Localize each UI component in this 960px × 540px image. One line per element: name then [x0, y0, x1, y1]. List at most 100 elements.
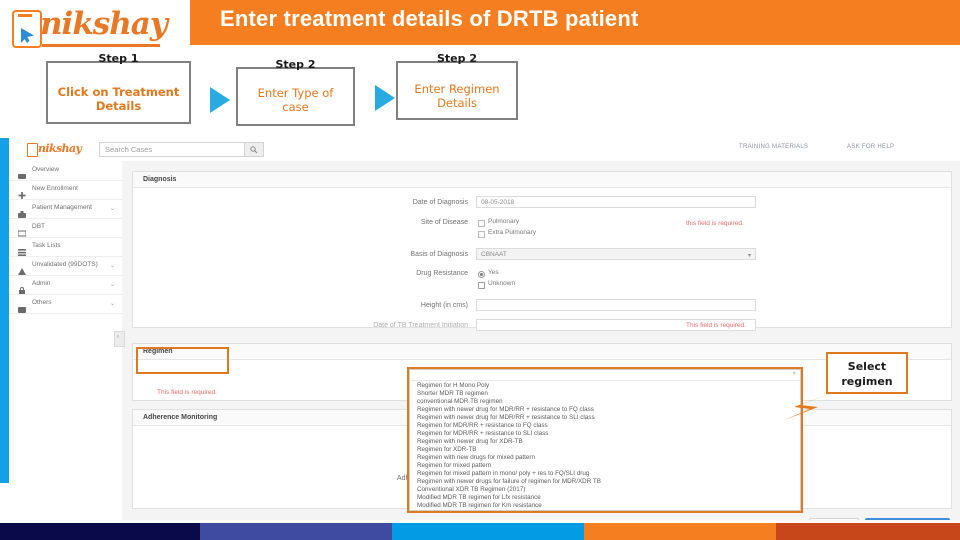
app-phone-icon [27, 143, 38, 157]
step-arrow-2 [375, 85, 395, 111]
page-title: Enter treatment details of DRTB patient [220, 6, 639, 31]
checkbox-extra-pulmonary[interactable] [478, 231, 485, 238]
label-pulmonary: Pulmonary [488, 218, 520, 225]
sidebar-label-unvalidated: Unvalidated (99DOTS) [32, 261, 98, 268]
dropdown-highlight [407, 367, 803, 513]
step-3-line1: Enter Regimen [414, 82, 500, 96]
checkbox-pulmonary[interactable] [478, 220, 485, 227]
chevron-down-icon[interactable]: ⌄ [110, 262, 115, 269]
money-icon [17, 224, 27, 237]
select-regimen-callout: Select regimen [826, 352, 908, 394]
step-2-line1: Enter Type of [257, 86, 334, 100]
training-materials-link[interactable]: TRAINING MATERIALS [739, 144, 808, 150]
label-site-of-disease: Site of Disease [420, 219, 468, 226]
step-2: Step 2 Enter Type of case [236, 56, 355, 126]
start-treatment-button[interactable]: START TREATMENT [865, 518, 950, 520]
cancel-button[interactable]: CANCEL [809, 518, 859, 520]
callout-line2: regimen [841, 375, 893, 388]
band-segment-1 [0, 523, 200, 540]
sidebar-item-patient-management[interactable]: Patient Management ⌄ [9, 199, 122, 219]
step-1-line2: Details [95, 99, 142, 113]
sidebar-label-others: Others [32, 299, 52, 306]
diagnosis-title: Diagnosis [143, 176, 177, 183]
sidebar-label-dbt: DBT [32, 223, 45, 230]
list-icon [18, 243, 26, 256]
ask-for-help-link[interactable]: ASK FOR HELP [847, 144, 894, 150]
sidebar-label-patient-management: Patient Management [32, 204, 92, 211]
radio-drug-resistance-yes[interactable] [478, 271, 485, 278]
diagnosis-card: Diagnosis Date of Diagnosis 08-05-2018 S… [132, 171, 952, 331]
sidebar-item-new-enrollment[interactable]: New Enrollment [9, 180, 122, 200]
step-arrow-1 [210, 87, 230, 113]
sidebar-collapse-handle[interactable]: ‹ [114, 331, 125, 347]
band-segment-2 [200, 523, 392, 540]
radio-drug-resistance-unknown[interactable] [478, 282, 485, 289]
step-3: Step 2 Enter Regimen Details [396, 50, 518, 120]
diagnosis-card-header [133, 172, 951, 188]
step-1-line1: Click on Treatment [57, 85, 180, 99]
slide-header-bar: Enter treatment details of DRTB patient [190, 0, 960, 45]
label-drug-resistance: Drug Resistance [416, 270, 468, 277]
label-drug-resistance-unknown: Unknown [488, 280, 516, 287]
step-2-line2: case [282, 100, 309, 114]
error-site-of-disease: this field is required. [686, 220, 744, 227]
app-topbar: nikshay Search Cases TRAINING MATERIALS … [9, 138, 960, 162]
regimen-section-highlight [136, 347, 229, 374]
value-date-of-diagnosis: 08-05-2018 [481, 199, 515, 206]
sidebar-item-overview[interactable]: Overview [9, 161, 122, 181]
sidebar-item-others[interactable]: Others ⌄ [9, 294, 122, 314]
bottom-color-band [0, 523, 960, 540]
lock-icon [18, 281, 26, 294]
band-segment-5 [776, 523, 960, 540]
app-left-accent-strip [0, 138, 9, 483]
sidebar-item-task-lists[interactable]: Task Lists [9, 237, 122, 257]
app-main-content: ‹ Diagnosis Date of Diagnosis 08-05-2018… [114, 161, 960, 520]
chevron-down-icon[interactable]: ⌄ [110, 281, 115, 288]
sidebar-label-task-lists: Task Lists [32, 242, 61, 249]
step-2-label: Step 2 [275, 58, 316, 71]
dashboard-icon [18, 167, 26, 179]
app-logo-wordmark: nikshay [38, 142, 82, 155]
label-extra-pulmonary: Extra Pulmonary [488, 229, 537, 236]
adherence-title: Adherence Monitoring [143, 414, 218, 421]
phone-icon [12, 10, 42, 48]
search-placeholder: Search Cases [105, 145, 153, 154]
logo-wordmark: nikshay [40, 6, 168, 42]
sidebar-item-dbt[interactable]: DBT [9, 218, 122, 238]
search-input[interactable]: Search Cases [99, 142, 264, 157]
value-basis-of-diagnosis: CBNAAT [481, 251, 507, 258]
chevron-down-icon[interactable]: ⌄ [110, 300, 115, 307]
app-sidebar: Overview New Enrollment Patient Manageme… [9, 161, 123, 483]
logo-underline [42, 44, 160, 47]
error-pmdt-regimen: This field is required. [157, 389, 217, 396]
input-height[interactable] [476, 299, 756, 311]
sidebar-item-unvalidated[interactable]: Unvalidated (99DOTS) ⌄ [9, 256, 122, 276]
label-height: Height (in cms) [420, 302, 468, 309]
sidebar-item-admin[interactable]: Admin ⌄ [9, 275, 122, 295]
chevron-down-icon: ▾ [747, 253, 751, 259]
label-drug-resistance-yes: Yes [488, 269, 499, 276]
sidebar-label-new-enrollment: New Enrollment [32, 185, 78, 192]
chevron-down-icon[interactable]: ⌄ [110, 205, 115, 212]
step-1: Step 1 Click on Treatment Details [46, 50, 191, 124]
error-tb-treatment-initiation: This field is required. [686, 322, 746, 329]
chevron-left-icon: ‹ [117, 334, 119, 340]
search-icon[interactable] [244, 143, 263, 156]
step-3-label: Step 2 [437, 52, 477, 65]
app-nikshay-logo[interactable]: nikshay [27, 142, 85, 157]
label-basis-of-diagnosis: Basis of Diagnosis [410, 251, 468, 258]
band-segment-3 [392, 523, 584, 540]
alert-icon [18, 262, 26, 275]
phone-speaker-bar [18, 14, 32, 17]
label-date-of-diagnosis: Date of Diagnosis [412, 199, 468, 206]
input-date-of-diagnosis[interactable]: 08-05-2018 [476, 196, 756, 208]
select-basis-of-diagnosis[interactable]: CBNAAT ▾ [476, 248, 756, 260]
folder-icon [18, 300, 26, 313]
briefcase-icon [18, 205, 26, 218]
plus-icon [18, 186, 26, 199]
step-1-label: Step 1 [98, 52, 139, 65]
callout-line1: Select [847, 360, 887, 373]
label-tb-treatment-initiation: Date of TB Treatment Initiation [373, 322, 468, 329]
embedded-app-screenshot: nikshay Search Cases TRAINING MATERIALS … [0, 138, 960, 520]
sidebar-label-overview: Overview [32, 166, 60, 173]
